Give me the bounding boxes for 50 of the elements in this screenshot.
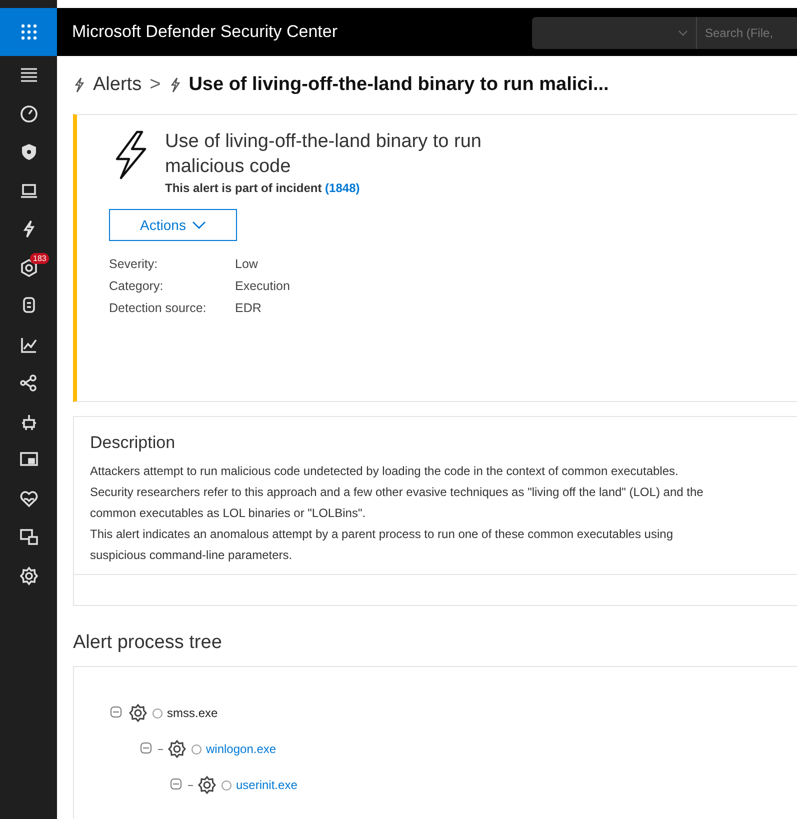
search-field[interactable]: Search (File, [696, 17, 797, 49]
toggle-icon [170, 778, 182, 790]
incident-link[interactable]: (1848) [325, 181, 360, 195]
incident-text: This alert is part of incident [165, 181, 322, 195]
description-paragraph: This alert indicates an anomalous attempt by a parent process to run one of these common executables using suspicious command-line parameters. [90, 526, 674, 564]
app-launcher-icon [20, 23, 38, 41]
detail-value: Low [235, 257, 259, 271]
collapse-toggle[interactable] [140, 742, 154, 756]
section-heading: Alert process tree [73, 632, 223, 654]
process-link[interactable]: winlogon.exe [206, 742, 276, 756]
status-circle-icon [221, 780, 232, 790]
gauge-icon [18, 104, 38, 124]
chevron-down-icon [192, 221, 206, 229]
process-name: smss.exe [167, 706, 218, 720]
app-title: Microsoft Defender Security Center [72, 22, 338, 42]
detail-label: Category: [109, 279, 164, 293]
section-heading: Description [90, 433, 176, 453]
process-link[interactable]: userinit.exe [236, 778, 298, 792]
devices-icon [18, 527, 38, 548]
detail-label: Severity: [109, 257, 159, 271]
breadcrumb-separator: > [150, 74, 161, 96]
bolt-icon [168, 77, 181, 93]
description-paragraph: Attackers attempt to run malicious code undetected by loading the code in the context of common executables. Security researchers refer to this approach and a few other evasive techniques as "living off the land" (LOL) and the common executables as LOL binaries or "LOLBins". [90, 463, 704, 522]
gear-icon [197, 775, 217, 795]
status-circle-icon [191, 744, 202, 754]
collapse-toggle[interactable] [170, 778, 184, 792]
actions-button[interactable]: Actions [109, 209, 237, 241]
toggle-icon [110, 706, 122, 718]
gear-icon [128, 703, 148, 723]
gear-icon [18, 566, 38, 586]
chevron-down-icon [678, 30, 688, 36]
heart-icon [18, 488, 38, 509]
collapse-toggle[interactable] [110, 706, 124, 720]
menu-icon [20, 67, 38, 84]
toggle-icon [140, 742, 152, 754]
status-circle-icon [152, 708, 163, 718]
detail-label: Detection source: [109, 301, 208, 315]
hex-nav-button[interactable]: 183 [0, 248, 57, 287]
app-launcher-button[interactable] [0, 8, 57, 56]
detail-value: Execution [235, 279, 291, 293]
page-title: Use of living-off-the-land binary to run malici... [188, 74, 609, 96]
tree-connector [158, 748, 163, 750]
gear-icon [167, 739, 187, 759]
detail-value: EDR [235, 301, 262, 315]
breadcrumb-link[interactable]: Alerts [93, 74, 142, 96]
nodes-icon [18, 373, 38, 394]
tree-connector [188, 784, 193, 786]
bolt-icon [73, 77, 85, 93]
alert-title: Use of living-off-the-land binary to run malicious code [165, 130, 482, 179]
notification-badge: 183 [30, 252, 50, 264]
